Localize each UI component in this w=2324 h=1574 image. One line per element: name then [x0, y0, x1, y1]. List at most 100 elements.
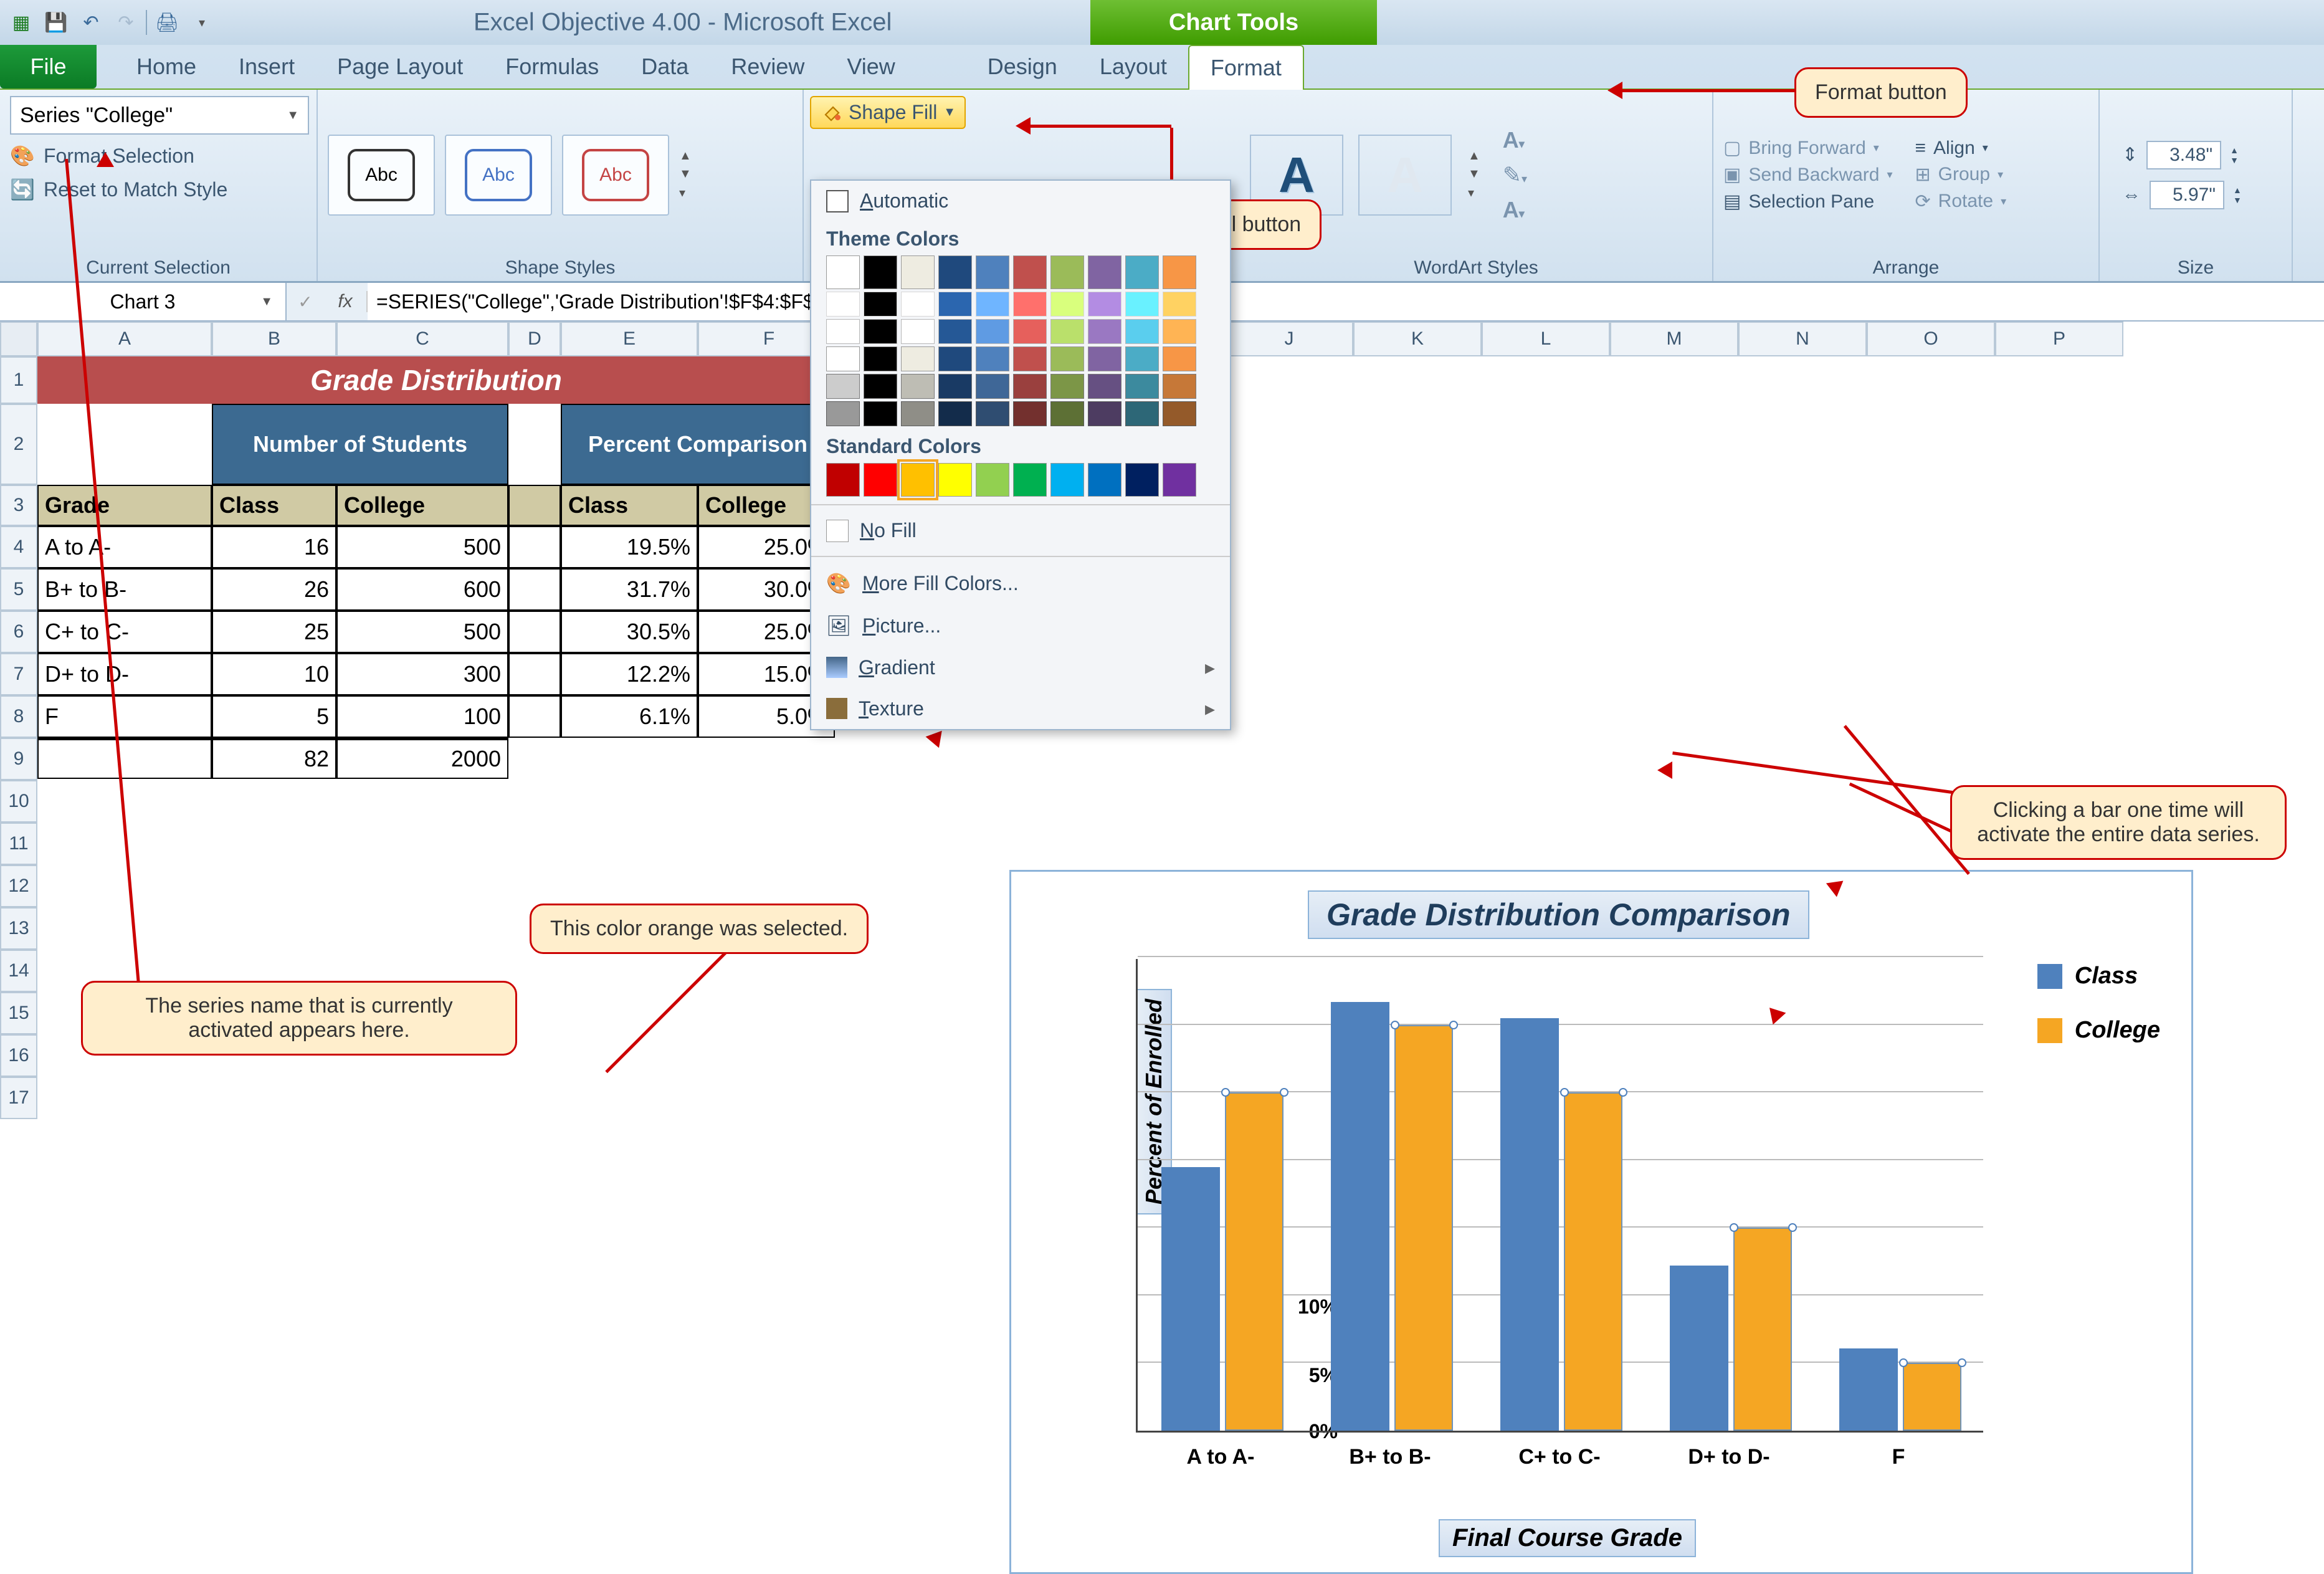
chart-bar-college[interactable] — [1225, 1092, 1283, 1431]
color-swatch[interactable] — [976, 374, 1009, 399]
tab-formulas[interactable]: Formulas — [484, 45, 620, 88]
row-header[interactable]: 12 — [0, 865, 37, 907]
tab-layout[interactable]: Layout — [1079, 45, 1188, 88]
column-header[interactable]: N — [1738, 322, 1867, 356]
row-header[interactable]: 3 — [0, 485, 37, 526]
table-cell[interactable]: 6.1% — [561, 695, 698, 738]
color-swatch[interactable] — [1163, 346, 1196, 371]
row-header[interactable]: 2 — [0, 404, 37, 485]
color-swatch[interactable] — [1125, 319, 1159, 344]
color-swatch[interactable] — [1013, 346, 1047, 371]
table-cell[interactable]: C+ to C- — [37, 611, 212, 653]
select-all-corner[interactable] — [0, 322, 37, 356]
color-swatch[interactable] — [1163, 319, 1196, 344]
group-button[interactable]: ⊞Group▾ — [1915, 164, 2007, 186]
table-cell[interactable]: 12.2% — [561, 653, 698, 695]
shape-height-input[interactable]: ⇕ 3.48" ▲▼ — [2122, 141, 2242, 169]
table-cell[interactable]: 19.5% — [561, 526, 698, 568]
column-header[interactable]: B — [212, 322, 336, 356]
color-swatch[interactable] — [1050, 374, 1084, 399]
wordart-down-icon[interactable]: ▼ — [1468, 167, 1480, 181]
color-swatch[interactable] — [1163, 374, 1196, 399]
color-swatch[interactable] — [864, 255, 897, 289]
color-swatch[interactable] — [1088, 401, 1122, 426]
row-header[interactable]: 1 — [0, 356, 37, 404]
color-swatch[interactable] — [864, 319, 897, 344]
color-swatch[interactable] — [1013, 319, 1047, 344]
fx-label[interactable]: fx — [324, 291, 368, 312]
color-swatch[interactable] — [1013, 255, 1047, 289]
embedded-chart[interactable]: Grade Distribution Comparison Percent of… — [1009, 870, 2193, 1574]
color-swatch[interactable] — [938, 255, 972, 289]
color-swatch[interactable] — [1050, 401, 1084, 426]
color-swatch[interactable] — [826, 401, 860, 426]
table-cell[interactable]: A to A- — [37, 526, 212, 568]
color-swatch[interactable] — [901, 401, 935, 426]
table-cell[interactable] — [508, 653, 561, 695]
table-cell[interactable]: 300 — [336, 653, 508, 695]
color-swatch[interactable] — [938, 319, 972, 344]
x-axis-title[interactable]: Final Course Grade — [1439, 1519, 1696, 1557]
shape-style-1[interactable]: Abc — [328, 135, 435, 216]
gallery-down-icon[interactable]: ▼ — [679, 167, 692, 181]
color-swatch[interactable] — [864, 401, 897, 426]
formula-input[interactable]: =SERIES("College",'Grade Distribution'!$… — [368, 283, 2324, 320]
color-swatch[interactable] — [1163, 463, 1196, 497]
color-swatch[interactable] — [976, 292, 1009, 317]
save-button[interactable]: 💾 — [41, 7, 71, 37]
color-swatch[interactable] — [1163, 255, 1196, 289]
chart-bar-class[interactable] — [1670, 1266, 1728, 1431]
color-swatch[interactable] — [1050, 255, 1084, 289]
shape-style-3[interactable]: Abc — [562, 135, 669, 216]
chart-title[interactable]: Grade Distribution Comparison — [1308, 890, 1809, 939]
gallery-more-icon[interactable]: ▾ — [679, 185, 692, 201]
table-cell[interactable]: D+ to D- — [37, 653, 212, 695]
color-swatch[interactable] — [976, 346, 1009, 371]
chart-bar-class[interactable] — [1331, 1002, 1389, 1431]
table-cell[interactable]: 16 — [212, 526, 336, 568]
column-header[interactable]: J — [1225, 322, 1353, 356]
table-cell[interactable]: 5 — [212, 695, 336, 738]
column-header[interactable]: E — [561, 322, 698, 356]
color-swatch[interactable] — [1050, 292, 1084, 317]
chart-bar-class[interactable] — [1500, 1018, 1559, 1431]
color-swatch[interactable] — [938, 374, 972, 399]
shape-fill-button[interactable]: Shape Fill ▼ — [810, 96, 966, 129]
color-swatch[interactable] — [1013, 401, 1047, 426]
table-cell[interactable]: 31.7% — [561, 568, 698, 611]
color-swatch[interactable] — [1125, 346, 1159, 371]
name-box[interactable]: Chart 3 — [0, 283, 287, 320]
color-swatch[interactable] — [901, 374, 935, 399]
tab-review[interactable]: Review — [710, 45, 826, 88]
color-swatch[interactable] — [864, 374, 897, 399]
shape-width-input[interactable]: ⇔ 5.97" ▲▼ — [2122, 181, 2242, 209]
row-header[interactable]: 15 — [0, 992, 37, 1034]
color-swatch[interactable] — [1088, 255, 1122, 289]
table-cell[interactable]: 600 — [336, 568, 508, 611]
color-swatch[interactable] — [864, 346, 897, 371]
color-swatch[interactable] — [976, 463, 1009, 497]
color-swatch[interactable] — [938, 292, 972, 317]
chart-element-selector[interactable]: Series "College" ▼ — [10, 96, 309, 135]
tab-design[interactable]: Design — [966, 45, 1079, 88]
redo-button[interactable]: ↷ — [111, 7, 141, 37]
file-tab[interactable]: File — [0, 45, 97, 88]
column-header[interactable]: P — [1995, 322, 2123, 356]
reset-to-match-style-button[interactable]: 🔄 Reset to Match Style — [10, 177, 227, 202]
color-swatch[interactable] — [826, 463, 860, 497]
color-swatch[interactable] — [1088, 374, 1122, 399]
chart-bar-college[interactable] — [1394, 1025, 1453, 1431]
color-swatch[interactable] — [901, 346, 935, 371]
tab-page-layout[interactable]: Page Layout — [316, 45, 484, 88]
color-swatch[interactable] — [976, 401, 1009, 426]
table-cell[interactable]: 26 — [212, 568, 336, 611]
tab-home[interactable]: Home — [115, 45, 217, 88]
table-cell[interactable]: F — [37, 695, 212, 738]
table-cell[interactable] — [508, 611, 561, 653]
tab-view[interactable]: View — [826, 45, 916, 88]
color-swatch[interactable] — [1013, 374, 1047, 399]
color-swatch[interactable] — [1088, 463, 1122, 497]
chart-legend[interactable]: Class College — [2037, 963, 2160, 1044]
row-header[interactable]: 7 — [0, 653, 37, 695]
color-swatch[interactable] — [1050, 463, 1084, 497]
